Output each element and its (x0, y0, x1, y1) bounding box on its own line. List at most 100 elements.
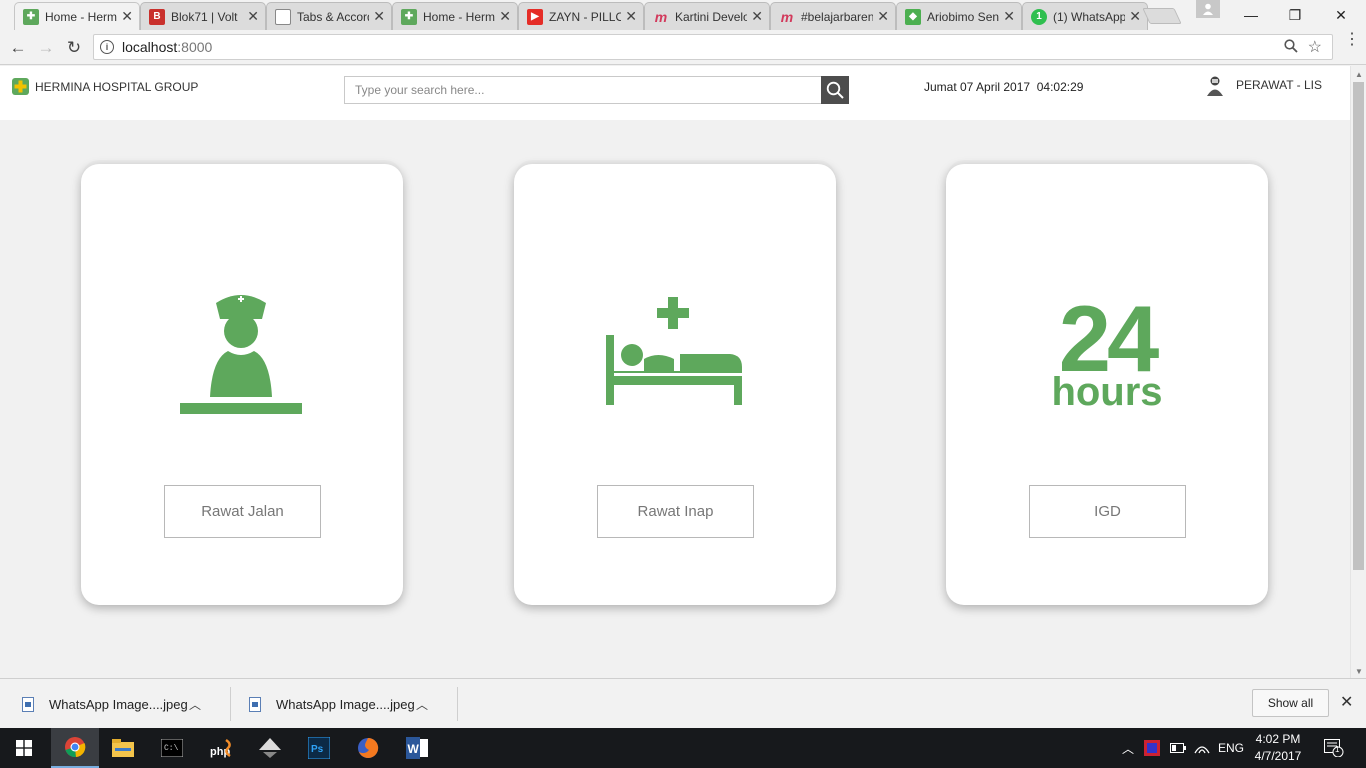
close-icon[interactable]: ✕ (121, 8, 133, 25)
close-window-button[interactable]: ✕ (1318, 0, 1364, 30)
google-maps-icon: ◆ (905, 8, 921, 25)
language-indicator[interactable]: ENG (1218, 728, 1244, 768)
terminal-icon[interactable]: C:\ (148, 728, 196, 768)
tab-blok71[interactable]: B Blok71 | Volt ✕ (140, 2, 266, 30)
close-icon[interactable]: ✕ (1129, 8, 1141, 25)
security-tray-icon[interactable] (1144, 728, 1160, 768)
address-bar[interactable]: i localhost:8000 ☆ (93, 34, 1333, 60)
medium-m-icon: m (654, 8, 668, 25)
search-icon (826, 81, 844, 99)
close-icon[interactable]: ✕ (1340, 692, 1353, 712)
tab-ariobimo-maps[interactable]: ◆ Ariobimo Sentral ✕ (896, 2, 1022, 30)
photoshop-icon[interactable]: Ps (295, 728, 343, 768)
reload-button[interactable]: ↻ (63, 37, 85, 59)
search-input[interactable] (344, 76, 821, 104)
tab-home-hermina-2[interactable]: ✚ Home - Hermina ✕ (392, 2, 518, 30)
bookmark-star-icon[interactable]: ☆ (1308, 37, 1322, 57)
download-item[interactable]: WhatsApp Image....jpeg ︿ (22, 687, 201, 721)
brand[interactable]: HERMINA HOSPITAL GROUP (12, 78, 198, 95)
minimize-button[interactable]: — (1228, 0, 1274, 30)
user-menu[interactable]: PERAWAT - LIS (1204, 74, 1322, 96)
tab-title: Ariobimo Sentral (927, 9, 1000, 24)
zoom-icon[interactable] (1284, 39, 1298, 56)
tab-kartini[interactable]: m Kartini Developer ✕ (644, 2, 770, 30)
page-scrollbar[interactable]: ▲ ▼ (1350, 66, 1366, 678)
wifi-icon[interactable] (1194, 728, 1210, 768)
card-icon-wrap (514, 282, 836, 422)
action-center-icon[interactable]: 1 (1324, 728, 1344, 768)
datetime-display: Jumat 07 April 2017 04:02:29 (924, 80, 1084, 94)
user-name: PERAWAT - LIS (1236, 78, 1323, 92)
close-icon[interactable]: ✕ (625, 8, 637, 25)
card-icon-wrap (81, 282, 403, 422)
chevron-up-icon[interactable]: ︿ (416, 696, 428, 713)
close-icon[interactable]: ✕ (751, 8, 763, 25)
divider (457, 687, 458, 721)
tab-title: Tabs & Accordion (297, 9, 369, 24)
firefox-icon[interactable] (344, 728, 392, 768)
profile-button[interactable] (1196, 0, 1220, 18)
arrow-left-icon: ← (9, 38, 27, 57)
file-explorer-icon[interactable] (99, 728, 147, 768)
close-icon[interactable]: ✕ (499, 8, 511, 25)
chrome-menu-button[interactable]: ⋮ (1344, 32, 1360, 48)
taskbar-clock[interactable]: 4:02 PM 4/7/2017 (1248, 731, 1308, 765)
download-filename: WhatsApp Image....jpeg (49, 696, 188, 712)
chrome-icon[interactable] (51, 728, 99, 768)
medium-m-icon: m (780, 8, 794, 25)
hospital-bed-icon (606, 297, 742, 405)
new-tab-button[interactable] (1142, 8, 1182, 24)
word-icon[interactable]: W (393, 728, 441, 768)
chevron-up-icon: ︿ (1122, 741, 1135, 756)
inkscape-icon[interactable] (246, 728, 294, 768)
php-icon[interactable]: php (197, 728, 245, 768)
close-icon[interactable]: ✕ (877, 8, 889, 25)
show-all-button[interactable]: Show all (1252, 689, 1329, 717)
download-filename: WhatsApp Image....jpeg (276, 696, 415, 712)
svg-text:Ps: Ps (311, 744, 324, 755)
svg-text:C:\: C:\ (164, 744, 179, 753)
download-item[interactable]: WhatsApp Image....jpeg ︿ (249, 687, 428, 721)
arrow-right-icon: → (37, 38, 55, 57)
close-icon[interactable]: ✕ (373, 8, 385, 25)
blok71-icon: B (149, 8, 165, 25)
image-file-icon (249, 696, 261, 712)
close-icon[interactable]: ✕ (247, 8, 259, 25)
card-icon-wrap: 24 hours (946, 282, 1268, 422)
clock-date: 4/7/2017 (1254, 749, 1302, 763)
tab-whatsapp[interactable]: 1 (1) WhatsApp ✕ (1022, 2, 1148, 30)
tab-title: (1) WhatsApp (1053, 9, 1126, 24)
tab-title: Kartini Developer (675, 9, 748, 24)
scroll-down-icon[interactable]: ▼ (1355, 667, 1363, 676)
rawat-inap-button[interactable]: Rawat Inap (597, 485, 754, 538)
close-icon[interactable]: ✕ (1003, 8, 1015, 25)
tab-tabs-accordion[interactable]: Tabs & Accordion ✕ (266, 2, 392, 30)
forward-button[interactable]: → (35, 37, 57, 59)
tab-home-hermina[interactable]: ✚ Home - Hermina ✕ (14, 2, 140, 30)
back-button[interactable]: ← (7, 37, 29, 59)
igd-button[interactable]: IGD (1029, 485, 1186, 538)
search-bar (344, 76, 849, 104)
chevron-up-icon[interactable]: ︿ (189, 696, 201, 713)
search-button[interactable] (821, 76, 849, 104)
show-hidden-icons[interactable]: ︿ (1122, 728, 1134, 768)
battery-icon[interactable] (1170, 728, 1186, 768)
tab-belajarbareng[interactable]: m #belajarbareng ✕ (770, 2, 896, 30)
notification-count: 1 (1335, 745, 1340, 754)
windows-start-icon[interactable] (0, 728, 48, 768)
rawat-jalan-button[interactable]: Rawat Jalan (164, 485, 321, 538)
scrollbar-thumb[interactable] (1353, 82, 1364, 570)
tab-youtube-zayn[interactable]: ▶ ZAYN - PILLOWTALK ✕ (518, 2, 644, 30)
svg-text:W: W (408, 742, 420, 756)
windows-taskbar: C:\ php Ps W ︿ ENG 4:02 PM 4/7/2017 1 (0, 728, 1366, 768)
tab-title: Home - Hermina (45, 9, 118, 24)
whatsapp-icon: 1 (1031, 8, 1047, 25)
tab-title: ZAYN - PILLOWTALK (549, 9, 622, 24)
info-icon[interactable]: i (100, 40, 114, 54)
scroll-up-icon[interactable]: ▲ (1355, 70, 1363, 79)
url-port: :8000 (177, 39, 213, 55)
download-shelf: WhatsApp Image....jpeg ︿ WhatsApp Image.… (0, 678, 1366, 728)
reload-icon: ↻ (66, 38, 82, 57)
hermina-logo-icon (12, 78, 29, 95)
maximize-button[interactable]: ❐ (1272, 0, 1318, 30)
